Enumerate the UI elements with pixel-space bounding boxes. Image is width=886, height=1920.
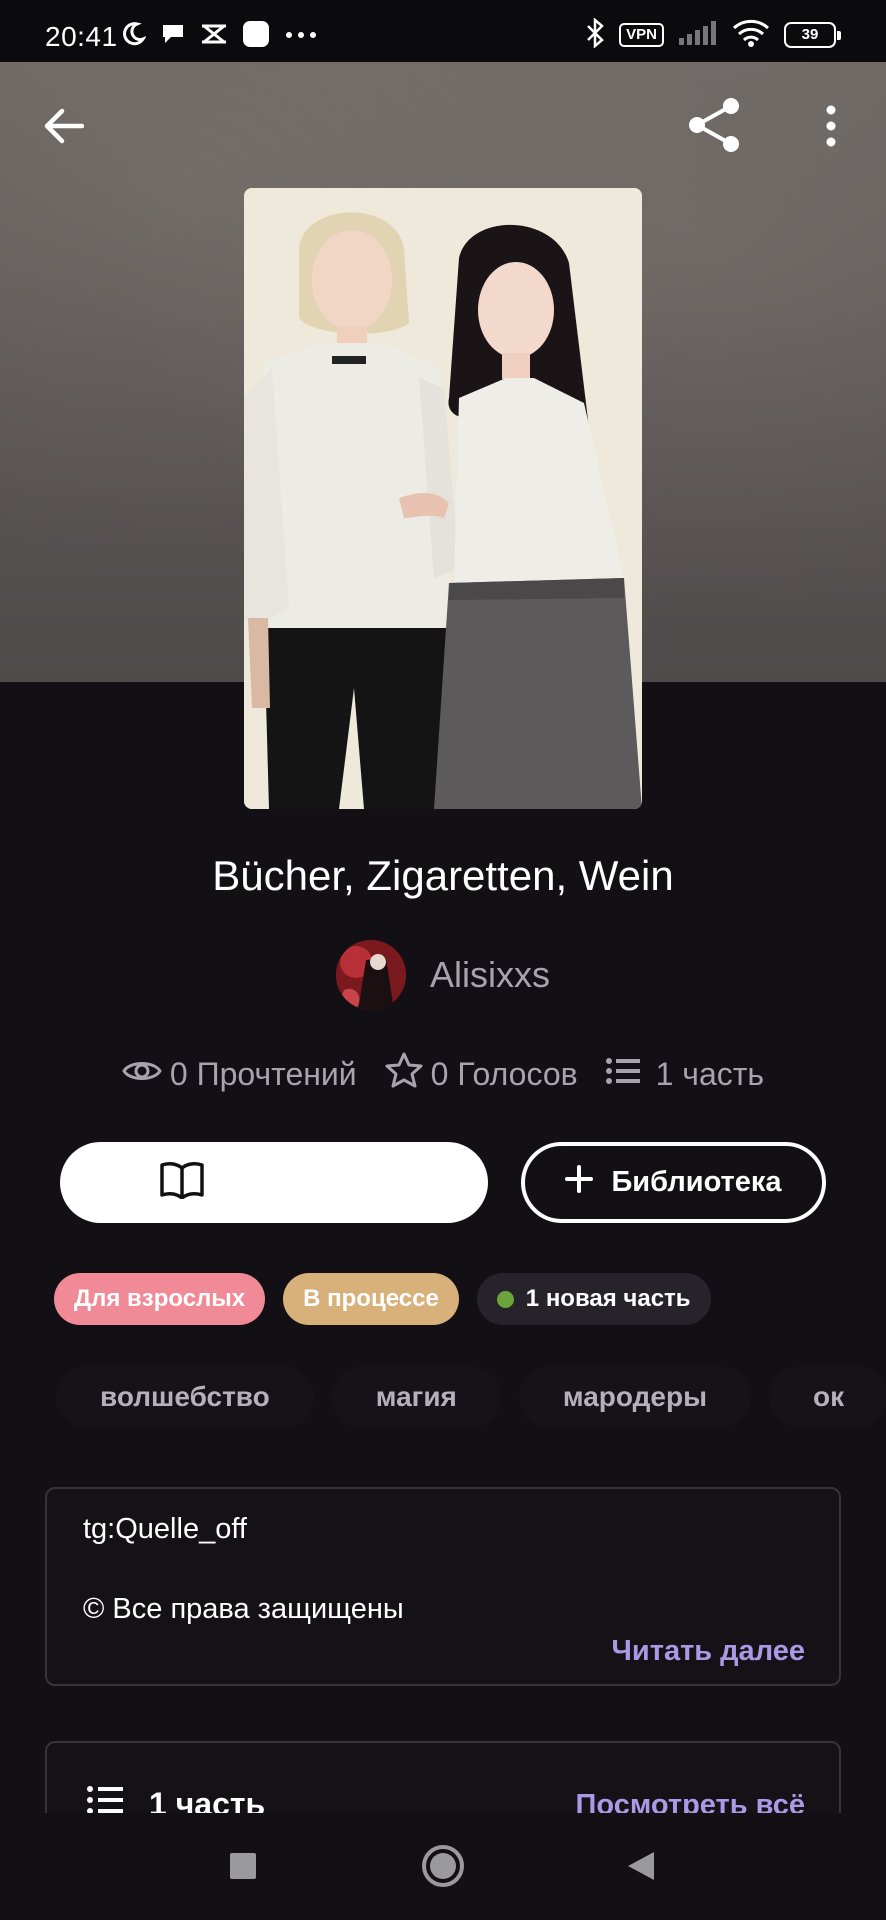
parts-count: 1 часть <box>655 1055 765 1092</box>
home-circle-icon <box>421 1844 465 1893</box>
book-stats: 0 Прочтений 0 Голосов 1 часть <box>0 1052 886 1096</box>
moon-icon <box>120 21 147 52</box>
status-left-icons <box>120 20 318 53</box>
chat-bubble-icon <box>160 22 186 51</box>
share-icon <box>686 96 744 159</box>
plus-icon <box>565 1164 594 1201</box>
mature-badge: Для взрослых <box>54 1273 266 1325</box>
app-square-icon <box>242 20 270 53</box>
list-icon <box>605 1056 640 1093</box>
reads-count: 0 Прочтений <box>169 1055 357 1092</box>
view-all-link[interactable]: Посмотреть всё <box>576 1789 805 1813</box>
eye-icon <box>122 1056 162 1093</box>
description-card: tg:Quelle_off © Все права защищены Читат… <box>45 1487 841 1686</box>
library-label: Библиотека <box>611 1166 782 1198</box>
green-dot-icon <box>496 1290 514 1308</box>
tag-list[interactable]: волшебство магия мародеры ок <box>56 1366 886 1428</box>
more-vertical-icon <box>825 105 837 152</box>
parts-label: 1 часть <box>149 1785 266 1814</box>
author-avatar[interactable] <box>335 940 406 1010</box>
vpn-badge: VPN <box>619 23 664 47</box>
recent-apps-button[interactable] <box>208 1833 278 1903</box>
cellular-signal-icon <box>678 20 718 51</box>
back-button[interactable] <box>30 95 96 161</box>
home-button[interactable] <box>408 1833 478 1903</box>
open-book-icon <box>160 1161 204 1204</box>
square-icon <box>229 1852 257 1885</box>
in-progress-badge: В процессе <box>283 1273 459 1325</box>
status-bar: 20:41 VPN 39 <box>0 0 886 62</box>
new-part-badge: 1 новая часть <box>476 1273 711 1325</box>
book-title: Bücher, Zigaretten, Wein <box>212 852 674 899</box>
reads-stat: 0 Прочтений <box>122 1056 357 1093</box>
parts-card[interactable]: 1 часть Посмотреть всё <box>45 1741 841 1813</box>
tag-chip[interactable]: мародеры <box>518 1366 752 1428</box>
bluetooth-icon <box>585 16 605 53</box>
status-badges: Для взрослых В процессе 1 новая часть <box>54 1273 711 1325</box>
list-icon <box>87 1785 123 1813</box>
author-row[interactable]: Alisixxs <box>0 940 886 1010</box>
read-more-link[interactable]: Читать далее <box>612 1635 805 1668</box>
author-name[interactable]: Alisixxs <box>430 954 550 996</box>
votes-stat: 0 Голосов <box>385 1052 578 1096</box>
copyright-line: © Все права защищены <box>83 1593 404 1625</box>
capcut-icon <box>200 22 228 51</box>
status-right-icons: VPN 39 <box>585 16 841 53</box>
book-cover-image[interactable] <box>244 188 642 809</box>
back-nav-button[interactable] <box>606 1833 676 1903</box>
arrow-left-icon <box>42 108 85 149</box>
add-to-library-button[interactable]: Библиотека <box>521 1142 826 1223</box>
more-options-button[interactable] <box>800 95 862 161</box>
share-button[interactable] <box>680 92 750 162</box>
tag-chip[interactable]: волшебство <box>56 1366 314 1428</box>
new-part-label: 1 новая часть <box>525 1285 691 1312</box>
wifi-icon <box>732 19 770 52</box>
status-time: 20:41 <box>45 21 118 52</box>
tag-chip[interactable]: магия <box>331 1366 501 1428</box>
battery-icon: 39 <box>784 22 841 48</box>
votes-count: 0 Голосов <box>430 1055 578 1092</box>
read-button[interactable] <box>60 1142 488 1223</box>
more-dots-icon <box>284 27 318 45</box>
system-nav-bar <box>0 1813 886 1920</box>
parts-stat: 1 часть <box>605 1055 765 1093</box>
triangle-back-icon <box>626 1850 656 1887</box>
star-icon <box>385 1052 423 1096</box>
tag-chip[interactable]: ок <box>769 1366 886 1428</box>
description-line: tg:Quelle_off <box>83 1513 247 1545</box>
parts-header: 1 часть <box>87 1785 265 1813</box>
